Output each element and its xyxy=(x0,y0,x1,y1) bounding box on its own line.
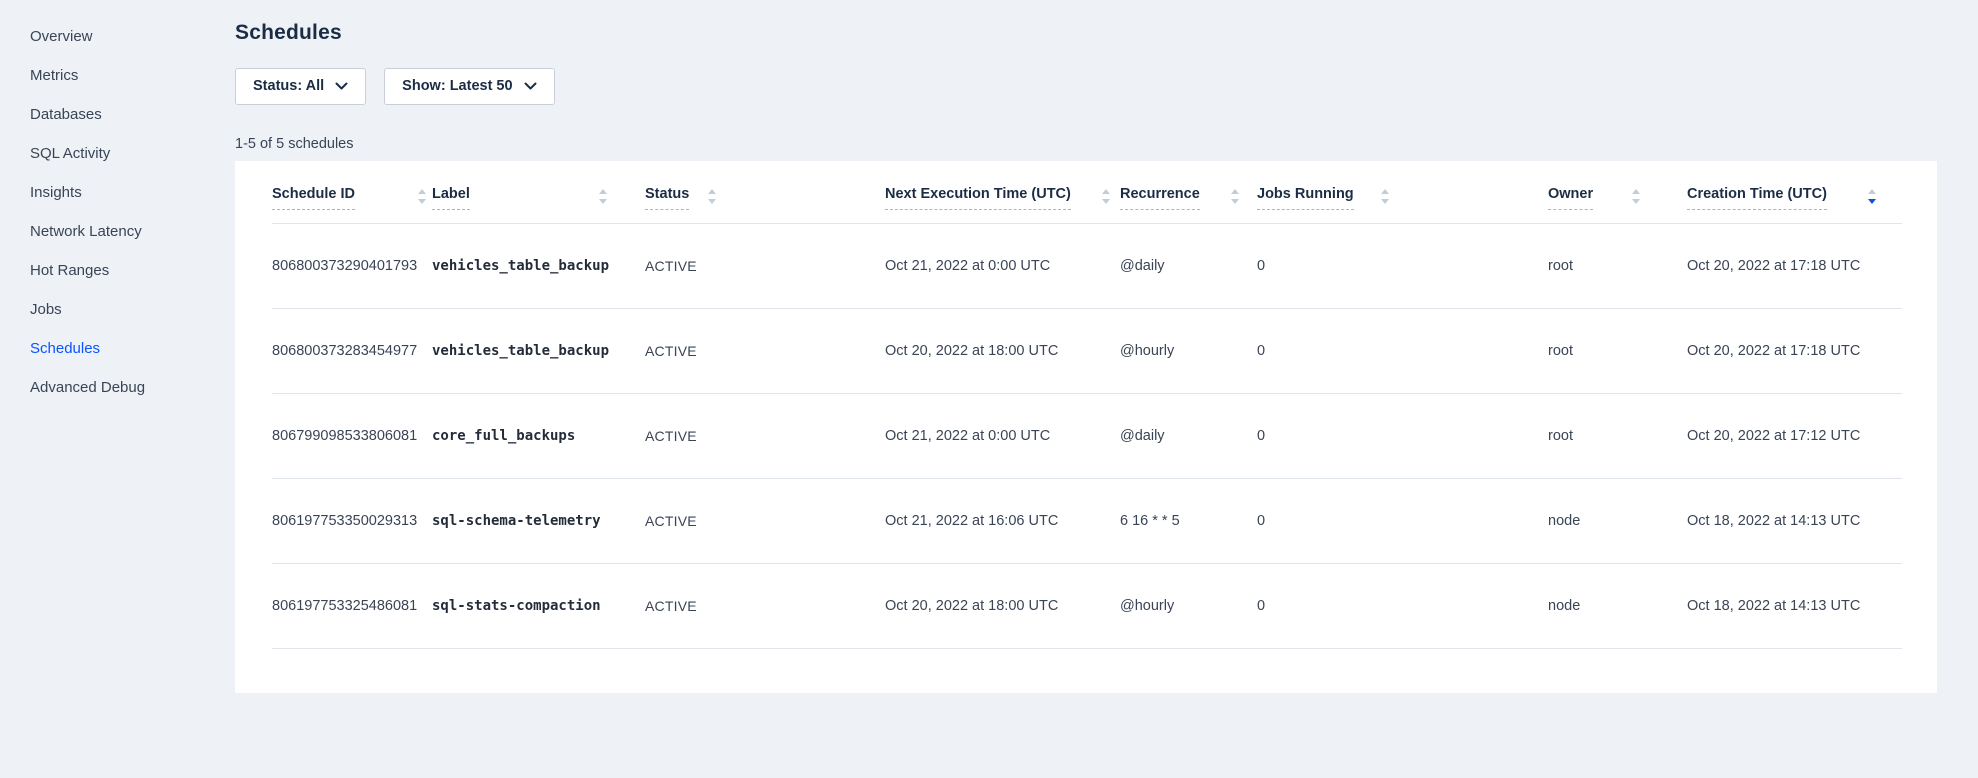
column-header-status[interactable]: Status xyxy=(645,186,885,224)
cell-recurrence: @hourly xyxy=(1120,564,1257,649)
cell-jobs-running: 0 xyxy=(1257,394,1548,479)
table-row: 806197753325486081 sql-stats-compaction … xyxy=(272,564,1902,649)
cell-schedule-id: 806197753350029313 xyxy=(272,479,432,564)
sort-arrows-icon[interactable] xyxy=(417,189,427,204)
schedules-table-panel: Schedule ID Label Status Next Execution … xyxy=(235,161,1937,693)
table-row: 806799098533806081 core_full_backups ACT… xyxy=(272,394,1902,479)
cell-owner: root xyxy=(1548,394,1687,479)
column-header-label[interactable]: Label xyxy=(432,186,645,224)
cell-recurrence: @daily xyxy=(1120,394,1257,479)
cell-recurrence: @daily xyxy=(1120,224,1257,309)
cell-status: ACTIVE xyxy=(645,224,885,309)
cell-next-execution-time: Oct 21, 2022 at 0:00 UTC xyxy=(885,224,1120,309)
cell-creation-time: Oct 20, 2022 at 17:18 UTC xyxy=(1687,224,1902,309)
cell-schedule-id: 806800373283454977 xyxy=(272,309,432,394)
status-filter-label: Status: All xyxy=(253,78,324,94)
page-title: Schedules xyxy=(235,21,1937,45)
cell-status: ACTIVE xyxy=(645,479,885,564)
results-count: 1-5 of 5 schedules xyxy=(235,136,1937,152)
cell-next-execution-time: Oct 21, 2022 at 16:06 UTC xyxy=(885,479,1120,564)
cell-creation-time: Oct 18, 2022 at 14:13 UTC xyxy=(1687,564,1902,649)
cell-owner: root xyxy=(1548,224,1687,309)
sidebar-item-schedules[interactable]: Schedules xyxy=(30,340,205,358)
table-header-row: Schedule ID Label Status Next Execution … xyxy=(272,186,1902,224)
cell-owner: node xyxy=(1548,479,1687,564)
cell-owner: node xyxy=(1548,564,1687,649)
column-label: Next Execution Time (UTC) xyxy=(885,186,1071,210)
sort-arrows-icon[interactable] xyxy=(707,189,717,204)
chevron-down-icon xyxy=(524,82,537,91)
sort-arrows-icon[interactable] xyxy=(1230,189,1240,204)
column-header-creation-time[interactable]: Creation Time (UTC) xyxy=(1687,186,1902,224)
cell-recurrence: 6 16 * * 5 xyxy=(1120,479,1257,564)
table-row: 806197753350029313 sql-schema-telemetry … xyxy=(272,479,1902,564)
table-row: 806800373283454977 vehicles_table_backup… xyxy=(272,309,1902,394)
column-label: Label xyxy=(432,186,470,210)
cell-recurrence: @hourly xyxy=(1120,309,1257,394)
column-label: Schedule ID xyxy=(272,186,355,210)
cell-jobs-running: 0 xyxy=(1257,564,1548,649)
sidebar-item-advanced-debug[interactable]: Advanced Debug xyxy=(30,379,205,397)
column-header-schedule-id[interactable]: Schedule ID xyxy=(272,186,432,224)
sort-arrows-icon[interactable] xyxy=(598,189,608,204)
sidebar-item-sql-activity[interactable]: SQL Activity xyxy=(30,145,205,163)
cell-status: ACTIVE xyxy=(645,309,885,394)
cell-owner: root xyxy=(1548,309,1687,394)
cell-creation-time: Oct 18, 2022 at 14:13 UTC xyxy=(1687,479,1902,564)
column-header-next-execution-time[interactable]: Next Execution Time (UTC) xyxy=(885,186,1120,224)
cell-next-execution-time: Oct 20, 2022 at 18:00 UTC xyxy=(885,564,1120,649)
sort-arrows-icon[interactable] xyxy=(1631,189,1641,204)
sidebar-item-databases[interactable]: Databases xyxy=(30,106,205,124)
sort-arrows-icon[interactable] xyxy=(1380,189,1390,204)
cell-jobs-running: 0 xyxy=(1257,309,1548,394)
sort-arrows-icon[interactable] xyxy=(1101,189,1111,204)
cell-jobs-running: 0 xyxy=(1257,479,1548,564)
column-header-recurrence[interactable]: Recurrence xyxy=(1120,186,1257,224)
cell-schedule-id: 806197753325486081 xyxy=(272,564,432,649)
sidebar-item-insights[interactable]: Insights xyxy=(30,184,205,202)
cell-next-execution-time: Oct 20, 2022 at 18:00 UTC xyxy=(885,309,1120,394)
show-filter-label: Show: Latest 50 xyxy=(402,78,512,94)
sidebar-item-network-latency[interactable]: Network Latency xyxy=(30,223,205,241)
column-header-jobs-running[interactable]: Jobs Running xyxy=(1257,186,1548,224)
sidebar-item-metrics[interactable]: Metrics xyxy=(30,67,205,85)
filter-bar: Status: All Show: Latest 50 xyxy=(235,68,1937,105)
cell-status: ACTIVE xyxy=(645,394,885,479)
sidebar-item-jobs[interactable]: Jobs xyxy=(30,301,205,319)
sidebar-item-hot-ranges[interactable]: Hot Ranges xyxy=(30,262,205,280)
table-row: 806800373290401793 vehicles_table_backup… xyxy=(272,224,1902,309)
column-label: Status xyxy=(645,186,689,210)
cell-next-execution-time: Oct 21, 2022 at 0:00 UTC xyxy=(885,394,1120,479)
cell-creation-time: Oct 20, 2022 at 17:12 UTC xyxy=(1687,394,1902,479)
cell-creation-time: Oct 20, 2022 at 17:18 UTC xyxy=(1687,309,1902,394)
sidebar: Overview Metrics Databases SQL Activity … xyxy=(30,28,205,418)
cell-label: sql-stats-compaction xyxy=(432,564,645,649)
sidebar-item-overview[interactable]: Overview xyxy=(30,28,205,46)
column-label: Jobs Running xyxy=(1257,186,1354,210)
cell-schedule-id: 806799098533806081 xyxy=(272,394,432,479)
status-filter-dropdown[interactable]: Status: All xyxy=(235,68,366,105)
sort-arrows-icon-active-desc[interactable] xyxy=(1867,189,1877,204)
cell-label: vehicles_table_backup xyxy=(432,309,645,394)
column-label: Recurrence xyxy=(1120,186,1200,210)
schedules-table: Schedule ID Label Status Next Execution … xyxy=(272,186,1902,649)
cell-jobs-running: 0 xyxy=(1257,224,1548,309)
show-filter-dropdown[interactable]: Show: Latest 50 xyxy=(384,68,554,105)
cell-label: vehicles_table_backup xyxy=(432,224,645,309)
cell-schedule-id: 806800373290401793 xyxy=(272,224,432,309)
cell-status: ACTIVE xyxy=(645,564,885,649)
cell-label: sql-schema-telemetry xyxy=(432,479,645,564)
column-label: Owner xyxy=(1548,186,1593,210)
main-content: Schedules Status: All Show: Latest 50 1-… xyxy=(235,0,1937,693)
chevron-down-icon xyxy=(335,82,348,91)
cell-label: core_full_backups xyxy=(432,394,645,479)
column-label: Creation Time (UTC) xyxy=(1687,186,1827,210)
column-header-owner[interactable]: Owner xyxy=(1548,186,1687,224)
